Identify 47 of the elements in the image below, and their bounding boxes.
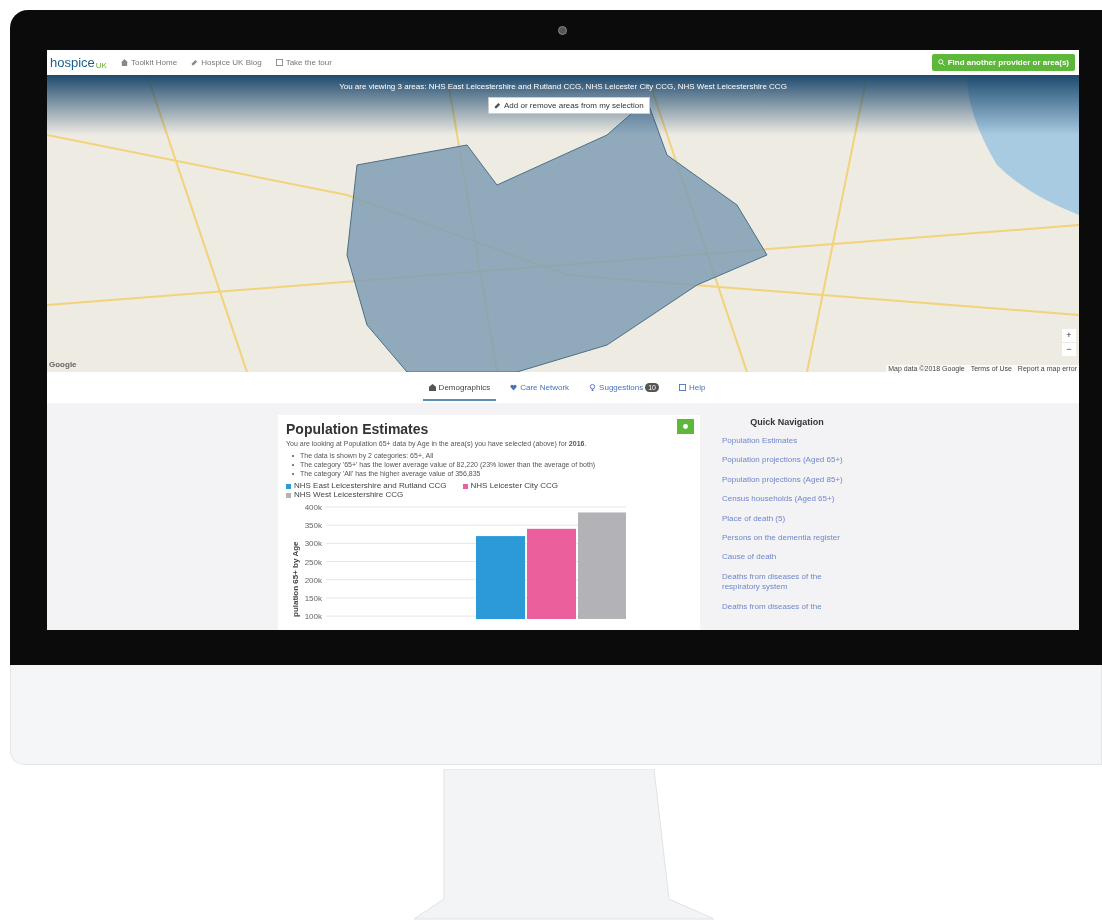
screen-icon	[275, 59, 283, 66]
legend-item[interactable]: NHS West Leicestershire CCG	[286, 491, 404, 500]
legend-item[interactable]: NHS Leicester City CCG	[462, 482, 559, 492]
selection-text: You are viewing 3 areas: NHS East Leicestershire and Rutland CCG, NHS Leicester City CCG, NHS West Leicestershire CCG	[338, 82, 788, 91]
settings-button[interactable]	[677, 419, 694, 434]
building-icon	[428, 383, 436, 391]
quick-nav-link[interactable]: Cause of death	[722, 552, 852, 563]
search-icon	[937, 59, 945, 66]
zoom-in-button[interactable]: +	[1062, 329, 1076, 342]
panel-title: Population Estimates	[286, 421, 429, 437]
help-icon	[678, 383, 686, 391]
quick-nav-link[interactable]: Place of death (5)	[722, 513, 852, 524]
tab[interactable]: Help	[672, 374, 712, 401]
quick-nav-link[interactable]: Population Estimates	[722, 436, 852, 447]
axis-label: pulation 65+ by Age	[291, 541, 300, 617]
nav-link[interactable]: Take the tour	[275, 58, 332, 67]
heart-icon	[510, 383, 518, 391]
zoom-out-button[interactable]: −	[1062, 343, 1076, 356]
bulb-icon	[589, 383, 597, 391]
camera-icon	[558, 26, 567, 35]
axis-tick: 200k	[304, 575, 322, 585]
nav-link[interactable]: Toolkit Home	[120, 58, 178, 67]
quick-nav-link[interactable]: Population projections (Aged 85+)	[722, 474, 852, 486]
home-icon	[120, 59, 128, 66]
tab[interactable]: Care Network	[504, 374, 576, 401]
edit-areas-button[interactable]: Add or remove areas from my selection	[488, 97, 650, 114]
tab[interactable]: Demographics	[422, 374, 497, 401]
quick-nav-link[interactable]: Deaths from diseases of the	[722, 601, 852, 612]
axis-tick: 350k	[304, 521, 322, 531]
quick-nav-link[interactable]: Persons on the dementia register	[722, 532, 852, 544]
quick-nav-link[interactable]: Deaths from diseases of the respiratory system	[722, 571, 852, 593]
axis-tick: 250k	[304, 557, 322, 567]
pencil-icon	[191, 59, 199, 66]
axis-tick: 400k	[304, 502, 322, 512]
google-logo: Google	[49, 360, 77, 369]
axis-tick: 100k	[304, 612, 322, 619]
quick-nav-link[interactable]: Population projections (Aged 65+)	[722, 455, 852, 466]
pencil-icon	[494, 102, 501, 109]
gear-icon	[682, 423, 689, 430]
axis-tick: 300k	[304, 539, 322, 549]
quick-nav-link[interactable]: Census households (Aged 65+)	[722, 494, 852, 505]
logo-suffix: UK	[95, 61, 107, 70]
quick-nav-title: Quick Navigation	[749, 417, 825, 427]
hospice-logo[interactable]: hospice	[50, 55, 95, 70]
axis-tick: 150k	[304, 593, 322, 603]
nav-link[interactable]: Hospice UK Blog	[191, 58, 262, 67]
legend-item[interactable]: NHS East Leicestershire and Rutland CCG	[286, 482, 447, 492]
